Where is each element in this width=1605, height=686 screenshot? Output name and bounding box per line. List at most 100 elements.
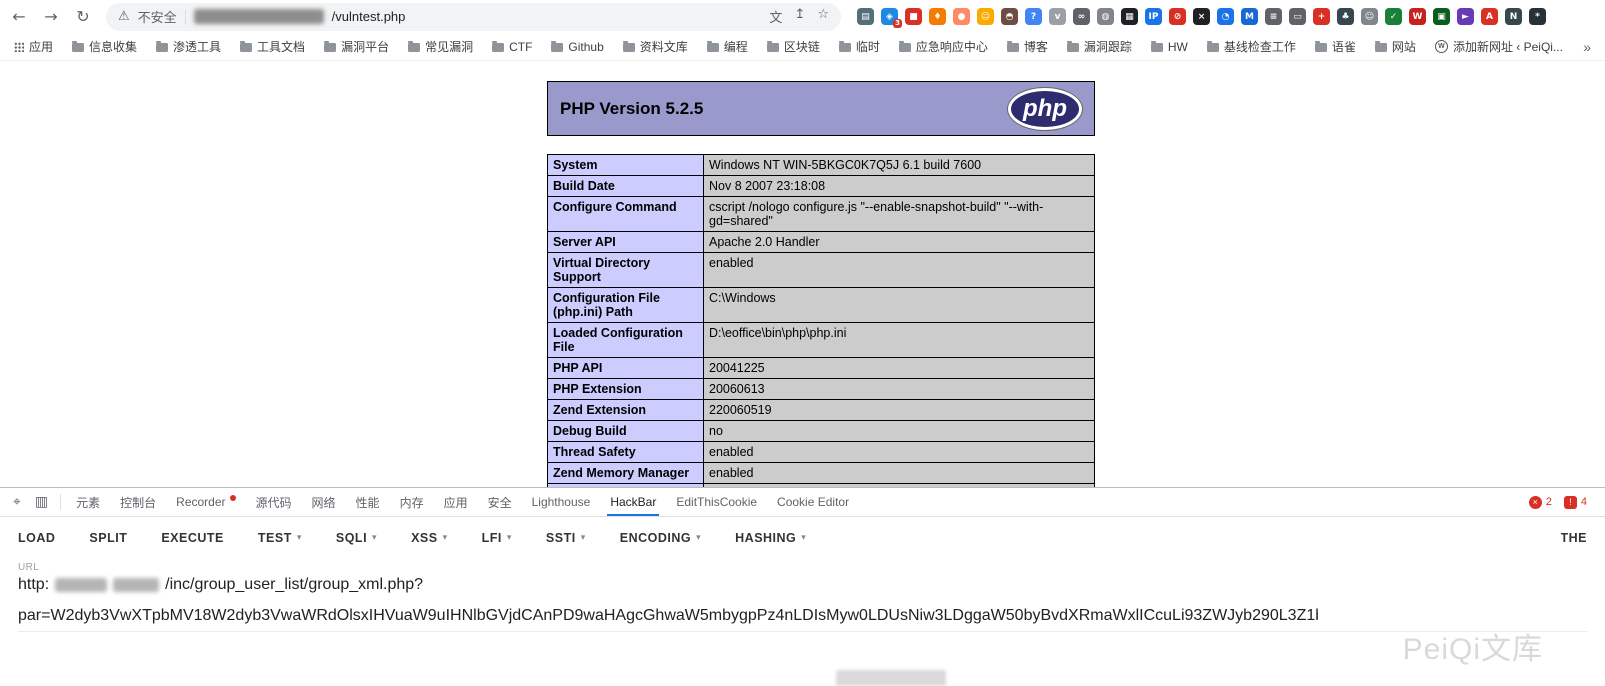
extension-icon[interactable]: ⊘	[1169, 8, 1186, 25]
bookmark-item[interactable]: 应急响应中心	[899, 38, 988, 55]
hackbar-menu[interactable]: XSS ▾	[411, 531, 448, 545]
extension-icon[interactable]: ■	[905, 8, 922, 25]
devtools-tab[interactable]: HackBar	[600, 488, 666, 516]
devtools-tab[interactable]: 元素	[66, 488, 110, 516]
phpinfo-row-value: Windows NT WIN-5BKGC0K7Q5J 6.1 build 760…	[704, 155, 1095, 176]
toggle-device-toolbar-icon[interactable]: ▥	[28, 494, 55, 510]
extension-glyph: ♦	[933, 12, 941, 22]
chevron-down-icon: ▾	[801, 533, 806, 543]
share-icon[interactable]: ↥	[794, 7, 805, 26]
extension-icon[interactable]: W	[1409, 8, 1426, 25]
extension-icon[interactable]: ♦	[929, 8, 946, 25]
bookmark-item[interactable]: 资料文库	[623, 38, 688, 55]
hackbar-button[interactable]: EXECUTE	[161, 531, 224, 545]
bookmark-item[interactable]: CTF	[492, 40, 532, 54]
hackbar-menu[interactable]: HASHING ▾	[735, 531, 806, 545]
devtools-tab[interactable]: 应用	[434, 488, 478, 516]
extension-icon[interactable]: ◓	[1001, 8, 1018, 25]
extension-icon[interactable]: ◍	[1097, 8, 1114, 25]
bookmark-item[interactable]: 临时	[839, 38, 880, 55]
back-button[interactable]: ←	[10, 7, 28, 26]
extension-icon[interactable]: ◔	[1217, 8, 1234, 25]
extension-icon[interactable]: ☺	[977, 8, 994, 25]
console-error-badge[interactable]: × 2	[1529, 496, 1552, 509]
bookmark-item[interactable]: 渗透工具	[156, 38, 221, 55]
extension-icon[interactable]: ☺	[1361, 8, 1378, 25]
hackbar-url-area[interactable]: URL http: /inc/group_user_list/group_xml…	[0, 559, 1605, 632]
bookmark-item[interactable]: 漏洞平台	[324, 38, 389, 55]
hackbar-menu[interactable]: SSTI ▾	[546, 531, 586, 545]
devtools-tab[interactable]: Recorder	[166, 488, 245, 516]
hackbar-url-param[interactable]: par=W2dyb3VwXTpbMV18W2dyb3VwaWRdOlsxIHVu…	[18, 607, 1318, 625]
extension-icon[interactable]: ≡	[1265, 8, 1282, 25]
extension-icon[interactable]: *	[1529, 8, 1546, 25]
bookmark-item[interactable]: 编程	[707, 38, 748, 55]
extension-icon[interactable]: ◈3	[881, 8, 898, 25]
hackbar-menu[interactable]: LFI ▾	[482, 531, 512, 545]
extension-icon[interactable]: M	[1241, 8, 1258, 25]
table-row: System Windows NT WIN-5BKGC0K7Q5J 6.1 bu…	[548, 155, 1095, 176]
bookmark-item[interactable]: Github	[551, 40, 603, 54]
bookmark-item[interactable]: 常见漏洞	[408, 38, 473, 55]
bookmark-folder-icon	[707, 43, 719, 52]
extension-icon[interactable]: v	[1049, 8, 1066, 25]
bookmark-item[interactable]: 博客	[1007, 38, 1048, 55]
extension-icon[interactable]: +	[1313, 8, 1330, 25]
phpinfo-row-label: Zend Extension	[548, 400, 704, 421]
phpinfo-row-label: PHP Extension	[548, 379, 704, 400]
bookmark-item[interactable]: 基线检查工作	[1207, 38, 1296, 55]
extension-icon[interactable]: IP	[1145, 8, 1162, 25]
url-path: /inc/group_user_list/group_xml.php?	[165, 576, 423, 594]
phpinfo-row-label: Zend Memory Manager	[548, 463, 704, 484]
devtools-tab[interactable]: 内存	[390, 488, 434, 516]
extension-icon[interactable]: ▤	[857, 8, 874, 25]
devtools-tab[interactable]: 性能	[346, 488, 390, 516]
issues-badge[interactable]: ! 4	[1564, 496, 1587, 509]
hackbar-theme-button[interactable]: THE	[1561, 531, 1588, 545]
forward-button[interactable]: →	[42, 7, 60, 26]
address-bar[interactable]: ⚠ 不安全 /vulntest.php 文 ↥ ☆	[106, 3, 841, 31]
devtools-tab[interactable]: 控制台	[110, 488, 166, 516]
reload-button[interactable]: ↻	[74, 7, 92, 26]
hackbar-menu[interactable]: TEST ▾	[258, 531, 302, 545]
bookmark-item[interactable]: 信息收集	[72, 38, 137, 55]
extension-icon[interactable]: ?	[1025, 8, 1042, 25]
hackbar-button[interactable]: LOAD	[18, 531, 55, 545]
extension-icon[interactable]: ✓	[1385, 8, 1402, 25]
extension-icon[interactable]: ●	[953, 8, 970, 25]
bookmark-star-icon[interactable]: ☆	[817, 7, 829, 26]
extension-icon[interactable]: ▦	[1121, 8, 1138, 25]
hackbar-url-line1[interactable]: http: /inc/group_user_list/group_xml.php…	[18, 576, 1587, 594]
extension-icon[interactable]: A	[1481, 8, 1498, 25]
devtools-tab[interactable]: 安全	[478, 488, 522, 516]
bookmark-item[interactable]: 添加新网址 ‹ PeiQi...	[1435, 38, 1563, 55]
extension-icon[interactable]: ∞	[1073, 8, 1090, 25]
hackbar-menu[interactable]: SQLI ▾	[336, 531, 377, 545]
devtools-tab[interactable]: 网络	[302, 488, 346, 516]
bookmark-folder-icon	[1067, 43, 1079, 52]
bookmark-item[interactable]: 工具文档	[240, 38, 305, 55]
hackbar-menu[interactable]: ENCODING ▾	[620, 531, 701, 545]
devtools-tab[interactable]: 源代码	[246, 488, 302, 516]
bookmark-item[interactable]: 应用	[14, 38, 53, 55]
bookmark-item[interactable]: 区块链	[767, 38, 820, 55]
bookmark-item[interactable]: 语雀	[1315, 38, 1356, 55]
inspect-element-icon[interactable]: ⌖	[6, 494, 28, 510]
bookmark-item[interactable]: 漏洞跟踪	[1067, 38, 1132, 55]
translate-icon[interactable]: 文	[769, 7, 782, 26]
extension-icon[interactable]: ▭	[1289, 8, 1306, 25]
extension-icon[interactable]: ▣	[1433, 8, 1450, 25]
table-row: Thread Safety enabled	[548, 442, 1095, 463]
hackbar-button[interactable]: SPLIT	[89, 531, 127, 545]
bookmark-item[interactable]: 网站	[1375, 38, 1416, 55]
extension-icon[interactable]: ►	[1457, 8, 1474, 25]
devtools-tab[interactable]: Lighthouse	[522, 488, 601, 516]
bookmark-item[interactable]: HW	[1151, 40, 1188, 54]
devtools-tab[interactable]: Cookie Editor	[767, 488, 859, 516]
extension-icon[interactable]: ×	[1193, 8, 1210, 25]
bookmarks-overflow-chevron[interactable]: »	[1583, 39, 1591, 55]
extension-icon[interactable]: N	[1505, 8, 1522, 25]
bookmark-label: 语雀	[1332, 38, 1356, 55]
devtools-tab[interactable]: EditThisCookie	[666, 488, 767, 516]
extension-icon[interactable]: ♣	[1337, 8, 1354, 25]
